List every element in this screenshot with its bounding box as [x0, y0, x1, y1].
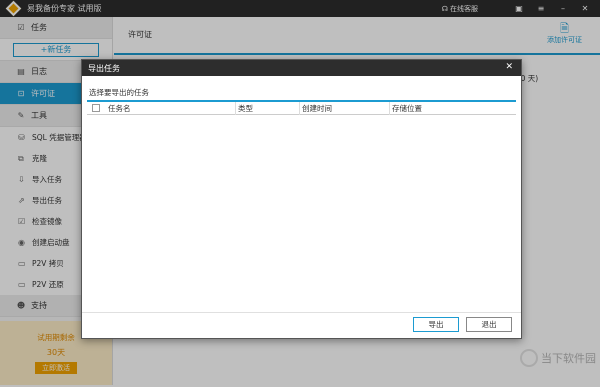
- watermark-text: 当下软件园: [541, 352, 596, 365]
- column-header-type[interactable]: 类型: [236, 101, 300, 115]
- watermark-logo-icon: [520, 349, 538, 367]
- dialog-close-icon[interactable]: ✕: [505, 62, 513, 72]
- exit-button[interactable]: 退出: [466, 317, 512, 332]
- select-all-checkbox[interactable]: [92, 104, 100, 112]
- task-table-header: 任务名 类型 创建时间 存储位置: [87, 101, 516, 115]
- column-header-created[interactable]: 创建时间: [300, 101, 390, 115]
- watermark: 当下软件园: [520, 349, 596, 367]
- column-header-location[interactable]: 存储位置: [390, 102, 500, 115]
- column-header-name[interactable]: 任务名: [106, 101, 236, 115]
- dialog-title: 导出任务: [88, 63, 120, 73]
- footer-divider: [82, 312, 521, 313]
- dialog-title-bar: 导出任务 ✕: [82, 60, 521, 76]
- export-task-dialog: 导出任务 ✕ 选择要导出的任务 任务名 类型 创建时间 存储位置 导出 退出: [81, 59, 522, 339]
- export-button[interactable]: 导出: [413, 317, 459, 332]
- dialog-subtitle: 选择要导出的任务: [89, 88, 149, 97]
